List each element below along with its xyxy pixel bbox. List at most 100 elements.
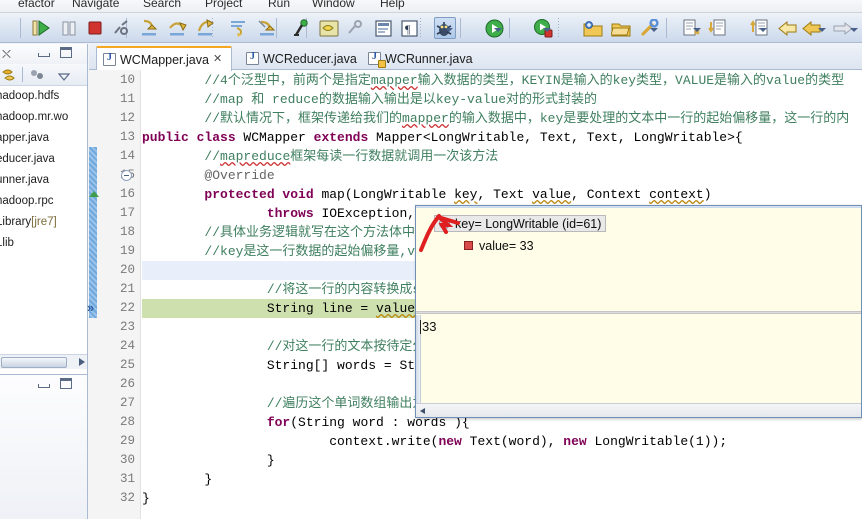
code-line[interactable]: public class WCMapper extends Mapper<Lon… xyxy=(142,128,743,147)
popup-hscrollbar[interactable] xyxy=(416,403,861,417)
new-java-package-icon[interactable] xyxy=(582,17,604,39)
view-menu-icon[interactable] xyxy=(57,70,71,81)
line-number: 13 xyxy=(119,130,135,144)
maximize-icon[interactable] xyxy=(60,47,72,58)
disconnect-icon[interactable] xyxy=(110,17,132,39)
popup-splitter[interactable] xyxy=(416,311,861,314)
open-type-icon[interactable] xyxy=(610,17,632,39)
menu-item-help[interactable]: Help xyxy=(380,0,405,10)
package-explorer-tree[interactable]: hadoop.hdfs hadoop.mr.wo apper.java educer.… xyxy=(0,86,87,351)
code-line[interactable]: //mapreduce框架每读一行数据就调用一次该方法 xyxy=(142,147,498,166)
step-over-icon[interactable] xyxy=(166,17,188,39)
debug-variable-popup[interactable]: key= LongWritable (id=61) value= 33 33 xyxy=(415,205,862,418)
code-line[interactable]: } xyxy=(142,451,275,470)
code-token: word xyxy=(508,434,540,449)
debug-resume-icon[interactable] xyxy=(30,17,52,39)
popup-variable-row-selected[interactable]: key= LongWritable (id=61) xyxy=(434,215,607,232)
list-item[interactable]: unner.java xyxy=(0,170,87,191)
code-line[interactable]: //默认情况下，框架传递给我们的mapper的输入数据中，key是要处理的文本中… xyxy=(142,109,849,128)
menu-bar: efactor Navigate Search Project Run Window Hel… xyxy=(0,0,862,13)
tab-label: WCRunner.java xyxy=(385,51,473,66)
code-token: word xyxy=(352,415,384,430)
toggle-markers-icon[interactable] xyxy=(318,17,340,39)
popup-variable-label: key= LongWritable (id=61) xyxy=(455,216,602,231)
outline-panel xyxy=(0,374,88,519)
chevron-down-icon[interactable] xyxy=(445,26,454,34)
maximize-icon[interactable] xyxy=(60,378,72,389)
menu-item-efactor[interactable]: efactor xyxy=(18,0,55,10)
list-item[interactable]: 1lib xyxy=(0,233,87,254)
code-line[interactable]: protected void map(LongWritable key, Tex… xyxy=(142,185,711,204)
code-line[interactable]: @Override xyxy=(142,166,274,185)
debug-suspend-icon[interactable] xyxy=(58,17,80,39)
java-file-icon xyxy=(368,51,386,68)
back-nav-icon[interactable] xyxy=(776,17,798,39)
list-item[interactable]: hadoop.hdfs xyxy=(0,86,87,107)
minimize-icon[interactable] xyxy=(38,380,50,389)
code-line[interactable]: //将这一行的内容转换成string xyxy=(142,280,459,299)
drop-to-frame-icon[interactable] xyxy=(228,17,250,39)
debug-terminate-icon[interactable] xyxy=(84,17,106,39)
chevron-left-icon[interactable] xyxy=(420,408,425,414)
code-line[interactable]: context.write(new Text(word), new LongWr… xyxy=(142,432,727,451)
pilcrow-icon[interactable]: ¶ xyxy=(398,17,420,39)
code-line[interactable]: //4个泛型中，前两个是指定mapper输入数据的类型，KEYIN是输入的key… xyxy=(142,71,844,90)
code-line[interactable]: //key是这一行数据的起始偏移量,val xyxy=(142,242,430,261)
chevron-down-icon[interactable] xyxy=(759,26,768,34)
disconnect2-icon[interactable] xyxy=(344,17,366,39)
close-icon[interactable]: ⛌ xyxy=(2,47,16,61)
chevron-down-icon[interactable] xyxy=(650,26,659,34)
open-console-icon[interactable] xyxy=(372,17,394,39)
tab-wcmapper[interactable]: WCMapper.java ✕ xyxy=(96,46,232,71)
minimize-icon[interactable] xyxy=(38,49,50,58)
line-number: 20 xyxy=(119,263,135,277)
code-line[interactable]: //具体业务逻辑就写在这个方法体中， xyxy=(142,223,428,242)
package-explorer-hscrollbar[interactable] xyxy=(0,354,87,369)
code-line[interactable]: } xyxy=(142,489,150,508)
skip-breakpoints-icon[interactable] xyxy=(290,17,312,39)
code-token: 框架每读一行数据就调用一次该方法 xyxy=(290,149,499,164)
collapse-all-icon[interactable] xyxy=(1,67,17,83)
list-item[interactable]: educer.java xyxy=(0,149,87,170)
menu-item-navigate[interactable]: Navigate xyxy=(72,0,119,10)
tab-wcreducer[interactable]: WCReducer.java xyxy=(240,47,364,70)
chevron-down-icon[interactable] xyxy=(850,26,859,34)
list-item[interactable]: apper.java xyxy=(0,128,87,149)
popup-detail-pane[interactable]: 33 xyxy=(416,315,861,403)
list-item[interactable]: hadoop.mr.wo xyxy=(0,107,87,128)
link-with-editor-icon[interactable] xyxy=(30,68,45,82)
chevron-right-icon[interactable] xyxy=(79,358,85,366)
chevron-down-icon[interactable] xyxy=(818,26,827,34)
next-annotation-icon[interactable] xyxy=(706,17,728,39)
chevron-down-icon[interactable] xyxy=(543,26,552,34)
code-token: String line = xyxy=(142,301,377,316)
text-caret xyxy=(420,320,421,334)
menu-item-run[interactable]: Run xyxy=(268,0,290,10)
menu-item-search[interactable]: Search xyxy=(143,0,181,10)
popup-variable-tree[interactable]: key= LongWritable (id=61) value= 33 xyxy=(416,209,861,305)
popup-field-row[interactable]: value= 33 xyxy=(464,237,534,254)
tab-wcrunner[interactable]: WCRunner.java xyxy=(362,47,480,70)
chevron-down-icon[interactable] xyxy=(494,26,503,34)
code-line[interactable]: //对这一行的文本按待定分隔符 xyxy=(142,337,452,356)
list-item[interactable]: Library [jre7] xyxy=(0,212,87,233)
code-token: ), xyxy=(539,434,564,449)
code-line[interactable]: } xyxy=(142,470,212,489)
step-into-icon[interactable] xyxy=(138,17,160,39)
step-return-icon[interactable] xyxy=(194,17,216,39)
code-token: : xyxy=(383,415,408,430)
code-line[interactable]: throws IOException, Int xyxy=(142,204,446,223)
list-item[interactable]: hadoop.rpc xyxy=(0,191,87,212)
hscroll-thumb[interactable] xyxy=(1,357,67,368)
popup-top-border xyxy=(416,206,861,208)
editor-gutter[interactable]: 10111213141516171819202122»2324252627282… xyxy=(87,70,141,519)
code-token: //map 和 reduce的数据输入输出是以key-value对的形式封装的 xyxy=(204,92,598,107)
use-step-filters-icon[interactable] xyxy=(256,17,278,39)
chevron-down-icon[interactable] xyxy=(693,26,702,34)
close-icon[interactable]: ✕ xyxy=(213,54,224,65)
menu-item-project[interactable]: Project xyxy=(205,0,242,10)
fold-collapse-icon[interactable] xyxy=(121,170,132,181)
code-line[interactable]: //map 和 reduce的数据输入输出是以key-value对的形式封装的 xyxy=(142,90,597,109)
menu-item-window[interactable]: Window xyxy=(312,0,355,10)
